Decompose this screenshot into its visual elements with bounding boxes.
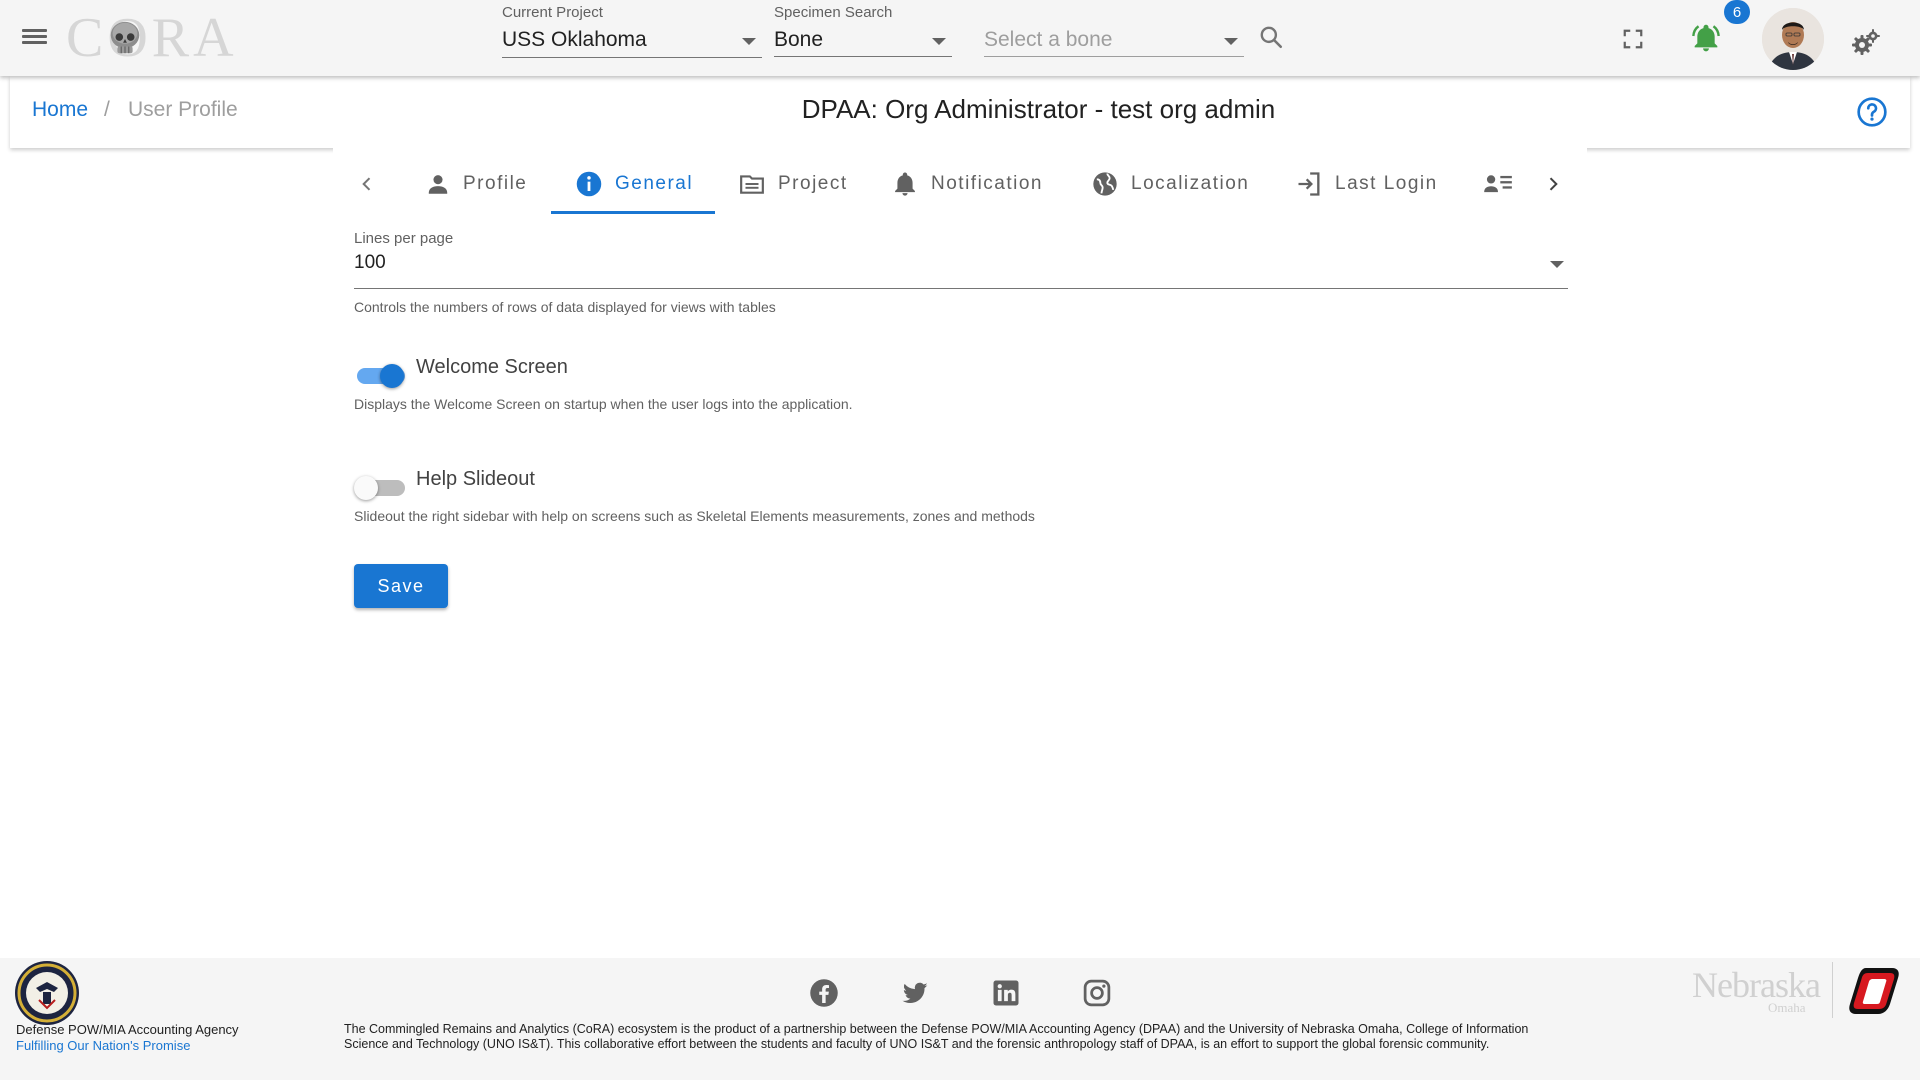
avatar[interactable] — [1762, 8, 1824, 70]
specimen-search-label: Specimen Search — [774, 4, 893, 21]
notification-count-badge: 6 — [1724, 0, 1750, 24]
welcome-screen-toggle[interactable] — [354, 362, 408, 388]
tab-notification[interactable]: Notification — [891, 154, 1043, 214]
folder-icon — [740, 175, 764, 194]
contact-list-icon — [1484, 175, 1512, 193]
tab-contact-list[interactable] — [1483, 154, 1525, 214]
linkedin-icon[interactable] — [991, 978, 1021, 1008]
tab-project[interactable]: Project — [738, 154, 848, 214]
twitter-icon[interactable] — [900, 978, 930, 1008]
tabs-prev-arrow-icon[interactable] — [351, 168, 383, 200]
tabs-next-arrow-icon[interactable] — [1537, 168, 1569, 200]
fullscreen-icon[interactable] — [1618, 24, 1648, 54]
profile-tabs: Profile General Project Notification Loc… — [333, 154, 1587, 214]
facebook-icon[interactable] — [809, 978, 839, 1008]
tab-profile-label: Profile — [463, 173, 528, 194]
dpaa-seal-logo — [15, 961, 79, 1025]
footer — [0, 958, 1920, 1080]
user-profile-card: Profile General Project Notification Loc… — [333, 146, 1587, 626]
app-bar: CORA Current Project USS Oklahoma Specim… — [0, 0, 1920, 76]
page-title: DPAA: Org Administrator - test org admin — [801, 94, 1276, 124]
tab-profile[interactable]: Profile — [425, 154, 527, 214]
chevron-down-icon — [1224, 38, 1238, 45]
person-icon — [428, 175, 448, 194]
help-icon[interactable] — [1856, 96, 1888, 128]
bell-icon — [895, 172, 915, 196]
chevron-down-icon — [742, 38, 756, 45]
login-icon — [1298, 172, 1320, 196]
agency-name: Defense POW/MIA Accounting Agency — [16, 1022, 239, 1037]
footer-logo-divider — [1832, 962, 1833, 1018]
help-slideout-toggle[interactable] — [354, 474, 408, 500]
app-logo[interactable]: CORA — [66, 6, 238, 69]
lines-per-page-label: Lines per page — [354, 230, 454, 247]
settings-gears-icon[interactable] — [1850, 26, 1882, 58]
bone-select[interactable]: Select a bone — [984, 4, 1244, 57]
hamburger-menu-icon[interactable] — [22, 26, 50, 50]
tab-project-label: Project — [778, 173, 848, 194]
skull-icon — [110, 21, 140, 54]
specimen-search-select[interactable]: Specimen Search Bone — [774, 4, 952, 57]
tab-last-login[interactable]: Last Login — [1295, 154, 1438, 214]
help-slideout-label: Help Slideout — [416, 468, 535, 490]
search-icon[interactable] — [1256, 22, 1286, 52]
active-tab-indicator — [551, 211, 715, 214]
info-icon — [576, 171, 602, 197]
welcome-screen-hint: Displays the Welcome Screen on startup w… — [354, 396, 853, 412]
chevron-down-icon — [932, 38, 946, 45]
save-button[interactable]: Save — [354, 564, 448, 608]
current-project-label: Current Project — [502, 4, 603, 21]
lines-per-page-value: 100 — [354, 252, 386, 273]
notifications-bell-icon[interactable] — [1688, 20, 1724, 56]
footer-description: The Commingled Remains and Analytics (Co… — [344, 1022, 1529, 1051]
welcome-screen-label: Welcome Screen — [416, 356, 568, 378]
help-slideout-hint: Slideout the right sidebar with help on … — [354, 508, 1035, 524]
tab-general-label: General — [615, 173, 694, 194]
tab-localization-label: Localization — [1131, 173, 1250, 194]
current-project-select[interactable]: Current Project USS Oklahoma — [502, 4, 762, 58]
agency-motto-link[interactable]: Fulfilling Our Nation's Promise — [16, 1038, 190, 1053]
tab-notification-label: Notification — [931, 173, 1043, 194]
globe-icon — [1093, 172, 1117, 196]
specimen-search-value: Bone — [774, 28, 824, 51]
current-project-value: USS Oklahoma — [502, 28, 647, 51]
chevron-down-icon[interactable] — [1550, 261, 1564, 268]
uno-o-logo — [1849, 968, 1899, 1014]
tab-localization[interactable]: Localization — [1091, 154, 1249, 214]
university-nebraska-logo-sub: Omaha — [1768, 1000, 1806, 1015]
instagram-icon[interactable] — [1082, 978, 1112, 1008]
bone-select-placeholder: Select a bone — [984, 28, 1113, 51]
breadcrumb-bar: Home / User Profile DPAA: Org Administra… — [10, 76, 1910, 148]
lines-per-page-hint: Controls the numbers of rows of data dis… — [354, 299, 776, 315]
tab-general[interactable]: General — [575, 154, 693, 214]
tab-last-login-label: Last Login — [1335, 173, 1438, 194]
